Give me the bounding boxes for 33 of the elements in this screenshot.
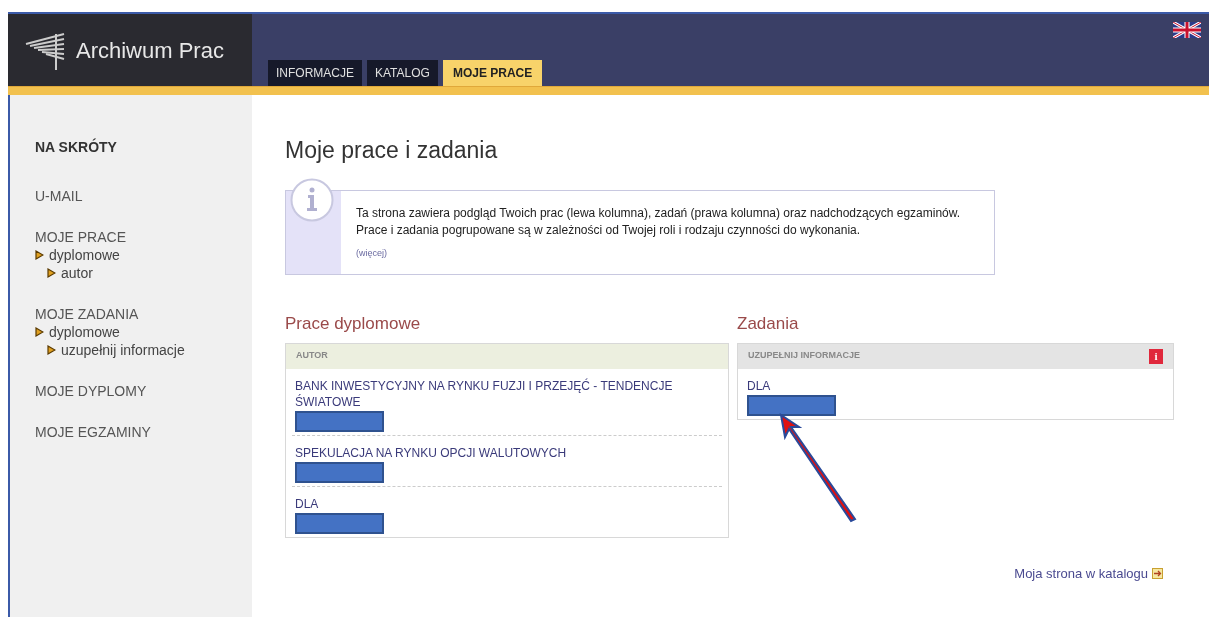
sidebar-subitem[interactable]: dyplomowe xyxy=(49,323,120,341)
thesis-link[interactable]: DLA xyxy=(747,377,1137,394)
nav-tab[interactable]: KATALOG xyxy=(367,60,438,86)
logo-text: Archiwum Prac xyxy=(76,36,224,65)
section-title: Prace dyplomowe xyxy=(285,313,422,335)
sidebar-item[interactable]: MOJE DYPLOMY xyxy=(35,382,147,400)
sidebar-item[interactable]: MOJE EGZAMINY xyxy=(35,423,151,441)
thesis-link[interactable]: BANK INWESTYCYJNY NA RYNKU FUZJI I PRZEJĘĆ - TENDENCJE ŚWIATOWE xyxy=(295,377,685,410)
sidebar-subitem[interactable]: uzupełnij informacje xyxy=(61,341,185,359)
flag-icon[interactable] xyxy=(1173,22,1201,38)
panel-header: UZUPEŁNIJ INFORMACJE xyxy=(748,349,860,363)
section-title: Zadania xyxy=(737,313,800,335)
bullet-icon xyxy=(35,250,44,260)
arrow-box-icon xyxy=(1152,567,1163,579)
alert-badge: i xyxy=(1149,348,1163,364)
more-link[interactable]: (więcej) xyxy=(356,246,966,260)
info-text: Ta strona zawiera podgląd Twoich prac (lewa kolumna), zadań (prawa kolumna) oraz nadchodzących egzaminów. Prace i zadania pogrupowane są w zależności od Twojej roli i rodzaju czynności do wykonania. xyxy=(356,204,962,239)
sidebar-item[interactable]: MOJE ZADANIA xyxy=(35,305,139,323)
sidebar-heading: NA SKRÓTY xyxy=(35,137,118,157)
thesis-link[interactable]: DLA xyxy=(295,495,685,512)
nav-tab[interactable]: INFORMACJE xyxy=(268,60,362,86)
bullet-icon xyxy=(35,327,44,337)
page-title: Moje prace i zadania xyxy=(285,136,499,165)
thesis-link[interactable]: SPEKULACJA NA RYNKU OPCJI WALUTOWYCH xyxy=(295,444,685,461)
nav-tab[interactable]: MOJE PRACE xyxy=(442,60,543,86)
sidebar-subitem[interactable]: dyplomowe xyxy=(49,246,120,264)
catalog-link[interactable]: Moja strona w katalogu xyxy=(1014,563,1148,583)
bullet-icon xyxy=(47,345,56,355)
sidebar-subitem[interactable]: autor xyxy=(61,264,93,282)
sidebar-item[interactable]: U-MAIL xyxy=(35,187,83,205)
panel-header: AUTOR xyxy=(296,349,328,363)
sidebar-item[interactable]: MOJE PRACE xyxy=(35,228,126,246)
bullet-icon xyxy=(47,268,56,278)
